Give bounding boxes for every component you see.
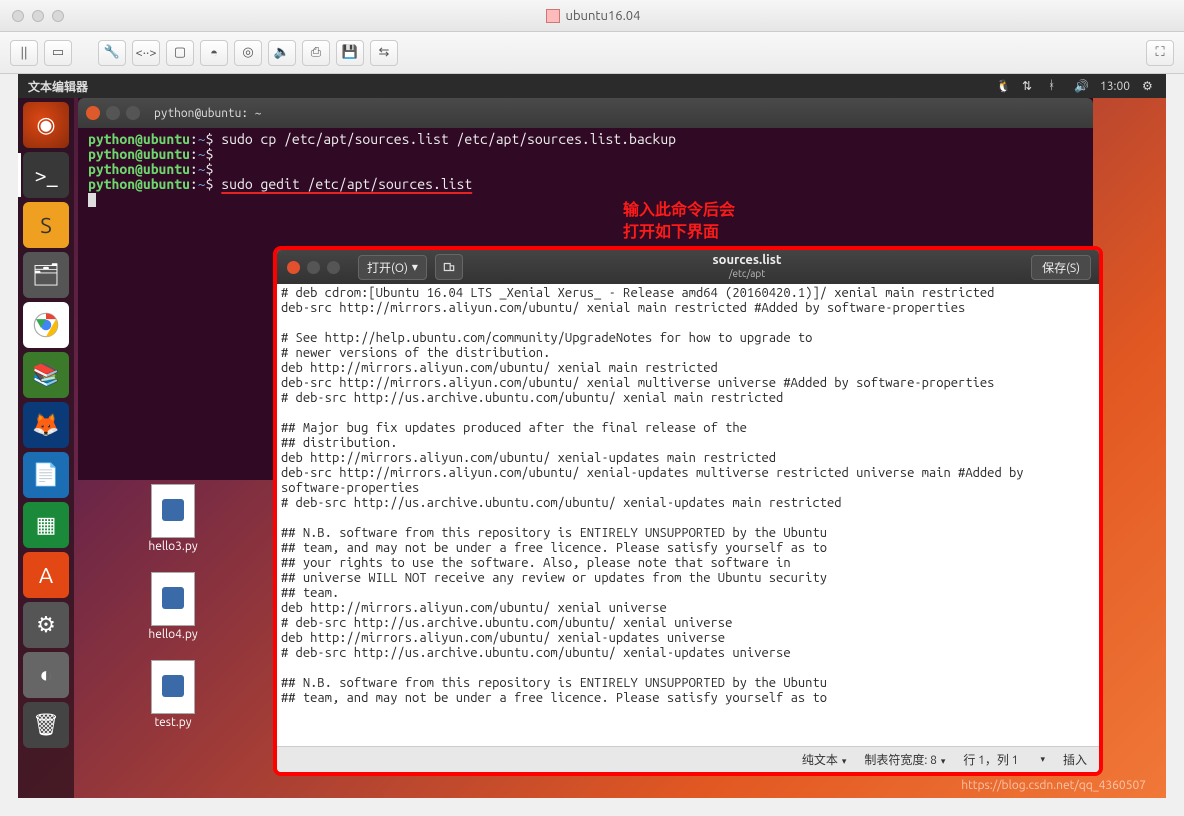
python-file-icon bbox=[151, 572, 195, 626]
vm-title: ubuntu16.04 bbox=[566, 9, 641, 23]
tools-icon[interactable]: 🔧 bbox=[98, 40, 126, 66]
cd-icon[interactable]: ◎ bbox=[234, 40, 262, 66]
command-line-4: sudo gedit /etc/apt/sources.list bbox=[221, 176, 472, 192]
launcher-sublime[interactable]: S bbox=[23, 202, 69, 248]
launcher-firefox[interactable]: 🦊 bbox=[23, 402, 69, 448]
syntax-mode-dropdown[interactable]: 纯文本▾ bbox=[802, 751, 847, 768]
updown-icon[interactable]: ⇅ bbox=[1022, 79, 1036, 93]
desktop-file-hello3[interactable]: hello3.py bbox=[138, 484, 208, 553]
vm-toolbar: || ▭ 🔧 <··> ▢ ◓ ◎ 🔈 ⎙ 💾 ⇆ ⛶ bbox=[0, 32, 1184, 74]
clock-label[interactable]: 13:00 bbox=[1100, 80, 1130, 93]
fullscreen-button[interactable]: ⛶ bbox=[1146, 40, 1174, 66]
gedit-new-tab-button[interactable] bbox=[435, 254, 463, 280]
terminal-close-button[interactable] bbox=[86, 106, 100, 120]
gedit-save-button[interactable]: 保存(S) bbox=[1031, 255, 1091, 280]
launcher-trash[interactable]: 🗑 bbox=[23, 702, 69, 748]
launcher-calc[interactable]: ▦ bbox=[23, 502, 69, 548]
terminal-minimize-button[interactable] bbox=[106, 106, 120, 120]
disk-icon[interactable]: ◓ bbox=[200, 40, 228, 66]
unity-launcher: ◉ >_ S 🗂 📚 🦊 📄 ▦ A ⚙ ◐ 🗑 bbox=[18, 98, 74, 798]
gedit-highlight-border: 打开(O) ▾ sources.list /etc/apt 保存(S) # de… bbox=[273, 246, 1103, 776]
python-file-icon bbox=[151, 484, 195, 538]
bluetooth-icon[interactable]: ᚼ bbox=[1048, 79, 1062, 93]
mac-maximize-button[interactable] bbox=[52, 10, 64, 22]
ubuntu-desktop: 文本编辑器 🐧 ⇅ ᚼ 🔊 13:00 ⚙ ◉ >_ S 🗂 📚 � bbox=[18, 74, 1166, 798]
cursor-position-label: 行 1，列 1 bbox=[963, 751, 1018, 768]
floppy-icon[interactable]: 💾 bbox=[336, 40, 364, 66]
desktop-file-test[interactable]: test.py bbox=[138, 660, 208, 729]
launcher-dash[interactable]: ◉ bbox=[23, 102, 69, 148]
gear-icon[interactable]: ⚙ bbox=[1142, 79, 1156, 93]
gedit-minimize-button[interactable] bbox=[307, 261, 320, 274]
gedit-titlebar[interactable]: 打开(O) ▾ sources.list /etc/apt 保存(S) bbox=[277, 250, 1099, 284]
gedit-maximize-button[interactable] bbox=[327, 261, 340, 274]
terminal-titlebar[interactable]: python@ubuntu: ~ bbox=[78, 98, 1093, 128]
terminal-body[interactable]: python@ubuntu:~$ sudo cp /etc/apt/source… bbox=[78, 128, 1093, 211]
desktop-file-hello4[interactable]: hello4.py bbox=[138, 572, 208, 641]
annotation-text: 输入此命令后会 打开如下界面 bbox=[623, 199, 735, 243]
chevron-down-icon: ▾ bbox=[412, 260, 418, 274]
vm-window-titlebar: ubuntu16.04 bbox=[0, 0, 1184, 32]
volume-icon[interactable]: 🔊 bbox=[1074, 79, 1088, 93]
terminal-title: python@ubuntu: ~ bbox=[154, 106, 262, 121]
command-line-1: sudo cp /etc/apt/sources.list /etc/apt/s… bbox=[221, 131, 676, 147]
gedit-open-button[interactable]: 打开(O) ▾ bbox=[358, 255, 427, 280]
launcher-settings[interactable]: ⚙ bbox=[23, 602, 69, 648]
launcher-files[interactable]: 🗂 bbox=[23, 252, 69, 298]
launcher-writer[interactable]: 📄 bbox=[23, 452, 69, 498]
launcher-updates[interactable]: ◐ bbox=[23, 652, 69, 698]
active-app-title: 文本编辑器 bbox=[28, 78, 88, 95]
gedit-window[interactable]: 打开(O) ▾ sources.list /etc/apt 保存(S) # de… bbox=[277, 250, 1099, 772]
vm-icon bbox=[546, 9, 560, 23]
launcher-chrome[interactable] bbox=[23, 302, 69, 348]
mac-close-button[interactable] bbox=[12, 10, 24, 22]
launcher-software[interactable]: A bbox=[23, 552, 69, 598]
launcher-terminal[interactable]: >_ bbox=[23, 152, 69, 198]
gedit-text-area[interactable]: # deb cdrom:[Ubuntu 16.04 LTS _Xenial Xe… bbox=[277, 284, 1099, 746]
watermark-text: https://blog.csdn.net/qq_4360507 bbox=[961, 779, 1146, 792]
printer-icon[interactable]: ⎙ bbox=[302, 40, 330, 66]
gedit-close-button[interactable] bbox=[287, 261, 300, 274]
network-icon[interactable]: <··> bbox=[132, 40, 160, 66]
gedit-title: sources.list /etc/apt bbox=[463, 253, 1031, 281]
tab-width-dropdown[interactable]: 制表符宽度: 8▾ bbox=[864, 751, 945, 768]
ubuntu-top-panel: 文本编辑器 🐧 ⇅ ᚼ 🔊 13:00 ⚙ bbox=[18, 74, 1166, 98]
snapshot-button[interactable]: ▭ bbox=[44, 40, 72, 66]
launcher-books[interactable]: 📚 bbox=[23, 352, 69, 398]
terminal-maximize-button[interactable] bbox=[126, 106, 140, 120]
sound-icon[interactable]: 🔈 bbox=[268, 40, 296, 66]
pause-button[interactable]: || bbox=[10, 40, 38, 66]
gedit-statusbar: 纯文本▾ 制表符宽度: 8▾ 行 1，列 1 ▾ 插入 bbox=[277, 746, 1099, 772]
mac-minimize-button[interactable] bbox=[32, 10, 44, 22]
chevron-down-icon[interactable]: ▾ bbox=[1040, 754, 1045, 765]
terminal-cursor bbox=[88, 193, 96, 207]
display-icon[interactable]: ▢ bbox=[166, 40, 194, 66]
insert-mode-label: 插入 bbox=[1063, 751, 1087, 768]
penguin-icon[interactable]: 🐧 bbox=[996, 79, 1010, 93]
python-file-icon bbox=[151, 660, 195, 714]
usb-icon[interactable]: ⇆ bbox=[370, 40, 398, 66]
